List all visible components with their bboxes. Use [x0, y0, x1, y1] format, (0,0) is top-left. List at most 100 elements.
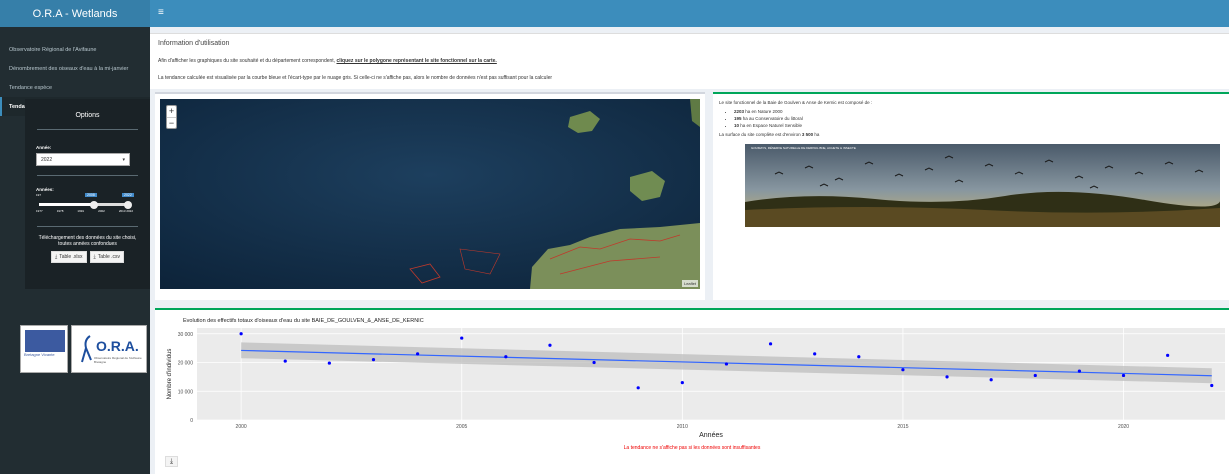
data-point [1077, 369, 1082, 373]
download-csv-button[interactable]: ⤓ Table .csv [89, 251, 124, 263]
data-point [416, 352, 420, 356]
list-item: 10 ha en Espace Naturel Sensible [734, 122, 1223, 129]
year-label: Année: [36, 145, 52, 150]
list-item: 195 ha au Conservatoire du littoral [734, 115, 1223, 122]
slider-high-tag: 2022 [122, 193, 134, 197]
bird-icon [25, 330, 65, 352]
item-text: ha en Nature 2000 [744, 109, 783, 114]
download-icon: ⤓ [93, 254, 96, 260]
trend-chart: 0 10 000 20 000 30 000 2000 2005 2010 2015 2020 A… [167, 328, 1225, 439]
sidebar-item-denombrement[interactable]: Dénombrement des oiseaux d'eau à la mi-j… [0, 59, 150, 78]
data-point [371, 358, 376, 362]
slider-fill [39, 203, 94, 206]
heron-icon [81, 335, 92, 363]
y-axis-label: Nombre d'individus [167, 349, 173, 400]
slider-tick: 1978 [56, 209, 64, 213]
item-value: 2203 [734, 109, 745, 114]
data-point [724, 362, 729, 366]
x-tick-label: 2015 [897, 424, 908, 430]
info-title: Information d'utilisation [158, 40, 230, 47]
data-point [901, 368, 905, 372]
download-description: Téléchargement des données du site chois… [38, 235, 137, 247]
data-point [460, 336, 464, 340]
surface-value: 3 500 [801, 132, 814, 137]
x-axis-label: Années [699, 432, 723, 439]
zoom-in-button[interactable]: + [167, 106, 176, 117]
data-point [239, 332, 243, 336]
slider-handle-low[interactable] [90, 201, 98, 209]
divider [37, 175, 138, 176]
site-intro: Le site fonctionnel de la Baie de Goulve… [719, 100, 873, 105]
x-tick-label: 2005 [456, 424, 467, 430]
info-box: Information d'utilisation Afin d'affiche… [150, 33, 1229, 89]
slider-tick: 2002 [98, 209, 105, 213]
slider-tick: 1991 [77, 209, 85, 213]
slider-handle-high[interactable] [124, 201, 132, 209]
y-tick-label: 30 000 [178, 332, 194, 338]
info-text: Afin d'afficher les graphiques du site s… [158, 58, 337, 64]
options-title: Options [75, 112, 100, 119]
surface-unit: ha [813, 132, 820, 137]
ora-logo-text: O.R.A. [96, 338, 139, 354]
ora-logo-subtitle: Observatoire Régional de l'Avifaune Bret… [94, 356, 142, 364]
data-point [548, 343, 552, 347]
data-point [768, 342, 773, 346]
download-xlsx-label: Table .xlsx [59, 254, 83, 260]
map-panel: + − Leaflet [155, 92, 705, 300]
x-tick-label: 2020 [1118, 424, 1129, 430]
top-navbar: ≡ [150, 0, 1229, 27]
zoom-out-button[interactable]: − [167, 117, 176, 128]
site-protection-list: 2203 ha en Nature 2000 195 ha au Conserv… [734, 108, 1223, 129]
divider [37, 226, 138, 227]
data-point [680, 381, 684, 385]
app-title: O.R.A - Wetlands [0, 0, 150, 27]
slider-tick: 1977 [36, 209, 43, 213]
years-range-slider[interactable]: 197 2008 2022 1977 1978 1991 2002 2013 2… [36, 193, 134, 217]
years-label: Années: [36, 187, 54, 192]
x-tick-label: 2010 [677, 424, 688, 430]
download-xlsx-button[interactable]: ⤓ Table .xlsx [50, 251, 87, 263]
data-point [945, 375, 949, 379]
y-tick-label: 0 [190, 418, 193, 424]
download-csv-label: Table .csv [97, 254, 120, 260]
bretagne-vivante-logo-text: Bretagne Vivante [24, 352, 55, 357]
y-tick-label: 20 000 [178, 361, 194, 367]
slider-min-label: 197 [36, 193, 42, 197]
sidebar-item-tendance-espece[interactable]: Tendance espèce [0, 78, 150, 97]
data-point [1210, 383, 1214, 388]
data-point [1121, 373, 1126, 378]
sidebar-item-observatoire[interactable]: Observatoire Régional de l'Avifaune [0, 40, 150, 59]
bretagne-vivante-logo: Bretagne Vivante [20, 325, 68, 373]
site-photo: GOUMAYS, RÉSERVE NATURELLE DE KERPAIL BN… [745, 144, 1220, 227]
leaflet-attribution[interactable]: Leaflet [681, 280, 698, 287]
y-tick-label: 10 000 [178, 389, 194, 395]
data-point [1166, 353, 1170, 357]
download-icon: ⤓ [54, 254, 58, 260]
satellite-tiles [160, 99, 700, 289]
data-point [327, 361, 331, 365]
slider-tick: 2013 2022 [118, 209, 133, 213]
partner-logos: Bretagne Vivante O.R.A. Observatoire Rég… [20, 325, 150, 375]
map[interactable]: + − Leaflet [160, 99, 700, 289]
chart-note: La tendance ne s'affiche pas si les donn… [623, 445, 761, 451]
birds-photo [745, 144, 1220, 227]
data-point [1033, 373, 1037, 378]
site-surface: La surface du site complète est d'enviro… [719, 132, 1223, 137]
item-value: 195 [734, 116, 742, 121]
slider-low-tag: 2008 [85, 193, 97, 197]
data-point [283, 359, 287, 363]
download-chart-button[interactable]: ⤓ [165, 456, 178, 467]
item-text: ha au Conservatoire du littoral [741, 116, 803, 121]
hamburger-icon[interactable]: ≡ [158, 7, 164, 18]
divider [37, 129, 138, 130]
data-point [636, 386, 640, 390]
x-tick-label: 2000 [236, 424, 247, 430]
info-paragraph-2: La tendance calculée est visualisée par … [158, 75, 553, 81]
download-icon: ⤓ [169, 457, 174, 465]
info-paragraph-1: Afin d'afficher les graphiques du site s… [158, 58, 1221, 64]
year-select[interactable]: 2022 ▾ [36, 153, 130, 166]
caret-down-icon: ▾ [122, 156, 125, 163]
options-panel: Options Année: 2022 ▾ Années: 197 2008 2… [25, 99, 150, 289]
info-emphasis: cliquez sur le polygone représentant le … [336, 58, 497, 64]
site-info-panel: Le site fonctionnel de la Baie de Goulve… [713, 92, 1229, 300]
